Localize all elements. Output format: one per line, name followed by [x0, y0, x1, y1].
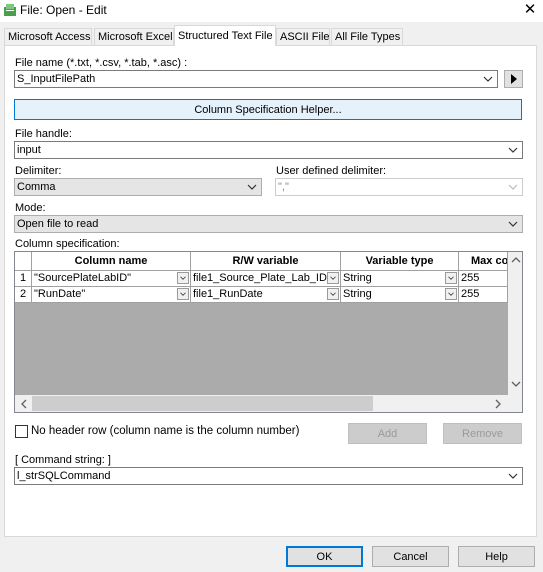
browse-button[interactable]	[504, 70, 523, 88]
chevron-down-icon[interactable]	[327, 288, 339, 300]
column-spec-label: Column specification:	[15, 238, 120, 250]
table-cell-rw-variable[interactable]: file1_RunDate	[191, 287, 341, 303]
cell-text: "RunDate"	[34, 288, 86, 300]
chevron-down-icon	[508, 184, 518, 190]
file-handle-value: input	[17, 144, 41, 156]
delimiter-value: Comma	[17, 181, 56, 193]
add-button[interactable]: Add	[348, 423, 427, 444]
file-name-label: File name (*.txt, *.csv, *.tab, *.asc) :	[15, 57, 188, 69]
user-delimiter-label: User defined delimiter:	[276, 165, 387, 177]
cancel-button[interactable]: Cancel	[372, 546, 449, 567]
command-string-combo[interactable]: l_strSQLCommand	[14, 467, 523, 485]
delimiter-label: Delimiter:	[15, 165, 62, 177]
scroll-right-icon[interactable]	[494, 399, 502, 409]
chevron-down-icon	[247, 184, 257, 190]
column-header-name[interactable]: Column name	[32, 252, 191, 271]
row-number: 2	[15, 287, 32, 303]
tab-label: Microsoft Access	[8, 31, 91, 43]
mode-value: Open file to read	[17, 218, 99, 230]
tab-label: All File Types	[335, 31, 401, 43]
scroll-left-icon[interactable]	[20, 399, 28, 409]
row-header-corner	[15, 252, 32, 271]
column-header-rw-variable[interactable]: R/W variable	[191, 252, 341, 271]
delimiter-select[interactable]: Comma	[14, 178, 262, 196]
table-cell-column-name[interactable]: "SourcePlateLabID"	[32, 271, 191, 287]
scroll-up-icon[interactable]	[511, 256, 521, 264]
help-button[interactable]: Help	[458, 546, 535, 567]
table-cell-column-name[interactable]: "RunDate"	[32, 287, 191, 303]
close-button[interactable]: ✕	[520, 0, 540, 20]
play-arrow-icon	[510, 74, 517, 84]
cell-text: file1_Source_Plate_Lab_ID	[193, 272, 327, 284]
vertical-scrollbar[interactable]	[508, 252, 522, 395]
tab-label: ASCII File	[280, 31, 330, 43]
chevron-down-icon	[508, 147, 518, 153]
table-cell-variable-type[interactable]: String	[341, 271, 459, 287]
cell-text: "SourcePlateLabID"	[34, 272, 132, 284]
chevron-down-icon[interactable]	[445, 272, 457, 284]
chevron-down-icon	[483, 76, 493, 82]
user-delimiter-value: ","	[278, 181, 289, 193]
table-cell-max-column[interactable]: 255	[459, 271, 508, 287]
command-string-value: l_strSQLCommand	[17, 470, 111, 482]
cell-text: String	[343, 288, 372, 300]
title-bar: File: Open - Edit ✕	[0, 0, 543, 22]
no-header-label: No header row (column name is the column…	[31, 425, 300, 437]
mode-label: Mode:	[15, 202, 46, 214]
ok-button[interactable]: OK	[286, 546, 363, 567]
chevron-down-icon[interactable]	[177, 288, 189, 300]
file-name-value: S_InputFilePath	[17, 73, 96, 85]
mode-select[interactable]: Open file to read	[14, 215, 523, 233]
column-spec-helper-button[interactable]: Column Specification Helper...	[14, 99, 522, 120]
chevron-down-icon[interactable]	[177, 272, 189, 284]
file-handle-label: File handle:	[15, 128, 72, 140]
app-icon	[4, 4, 16, 16]
scroll-down-icon[interactable]	[511, 380, 521, 388]
column-spec-grid[interactable]: Column name R/W variable Variable type M…	[14, 251, 523, 413]
tab-all-file-types[interactable]: All File Types	[331, 28, 403, 45]
table-cell-rw-variable[interactable]: file1_Source_Plate_Lab_ID	[191, 271, 341, 287]
user-delimiter-combo[interactable]: ","	[275, 178, 523, 196]
tab-microsoft-access[interactable]: Microsoft Access	[4, 28, 92, 45]
column-header-variable-type[interactable]: Variable type	[341, 252, 459, 271]
chevron-down-icon	[508, 221, 518, 227]
chevron-down-icon[interactable]	[445, 288, 457, 300]
tab-ascii-file[interactable]: ASCII File	[276, 28, 330, 45]
cell-text: String	[343, 272, 372, 284]
column-header-max-column[interactable]: Max colu	[459, 252, 508, 271]
tab-label: Microsoft Excel	[98, 31, 173, 43]
window-title: File: Open - Edit	[20, 3, 107, 17]
remove-button[interactable]: Remove	[443, 423, 522, 444]
file-name-combo[interactable]: S_InputFilePath	[14, 70, 498, 88]
tab-microsoft-excel[interactable]: Microsoft Excel	[94, 28, 174, 45]
tab-structured-text-file[interactable]: Structured Text File	[174, 25, 276, 46]
table-cell-max-column[interactable]: 255	[459, 287, 508, 303]
row-number: 1	[15, 271, 32, 287]
file-handle-combo[interactable]: input	[14, 141, 523, 159]
scroll-corner	[508, 395, 522, 412]
scroll-thumb[interactable]	[32, 396, 373, 411]
chevron-down-icon	[508, 473, 518, 479]
table-cell-variable-type[interactable]: String	[341, 287, 459, 303]
close-icon: ✕	[523, 1, 537, 18]
command-string-label: [ Command string: ]	[15, 454, 111, 466]
cell-text: file1_RunDate	[193, 288, 263, 300]
chevron-down-icon[interactable]	[327, 272, 339, 284]
horizontal-scrollbar[interactable]	[15, 395, 508, 412]
tab-label: Structured Text File	[178, 30, 273, 42]
no-header-checkbox[interactable]	[15, 425, 28, 438]
